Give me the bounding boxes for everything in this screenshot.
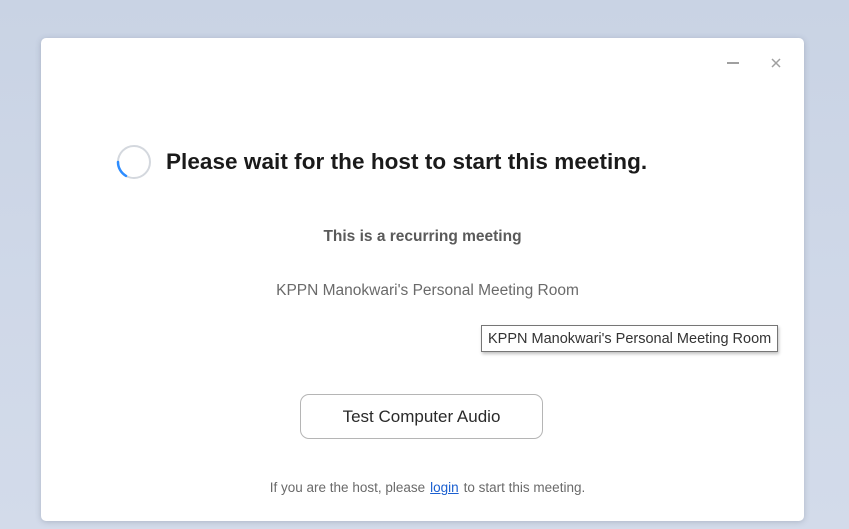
login-link[interactable]: login (430, 480, 459, 495)
close-button[interactable] (765, 52, 787, 74)
headline-text: Please wait for the host to start this m… (166, 149, 648, 174)
status-headline: Please wait for the host to start this m… (116, 144, 647, 180)
footer-suffix-text: to start this meeting. (463, 480, 586, 495)
close-icon (771, 58, 781, 68)
meeting-room-name: KPPN Manokwari's Personal Meeting Room (276, 282, 579, 299)
room-name-tooltip: KPPN Manokwari's Personal Meeting Room (481, 325, 779, 352)
footer-prefix-text: If you are the host, please (269, 480, 426, 495)
loading-spinner-icon (116, 145, 151, 179)
host-login-prompt: If you are the host, please login to start… (41, 480, 804, 495)
test-computer-audio-button[interactable]: Test Computer Audio (300, 394, 543, 439)
minimize-icon (727, 62, 739, 64)
waiting-for-host-dialog: Please wait for the host to start this m… (41, 38, 804, 521)
minimize-button[interactable] (722, 52, 744, 74)
recurring-meeting-label: This is a recurring meeting (323, 228, 522, 245)
